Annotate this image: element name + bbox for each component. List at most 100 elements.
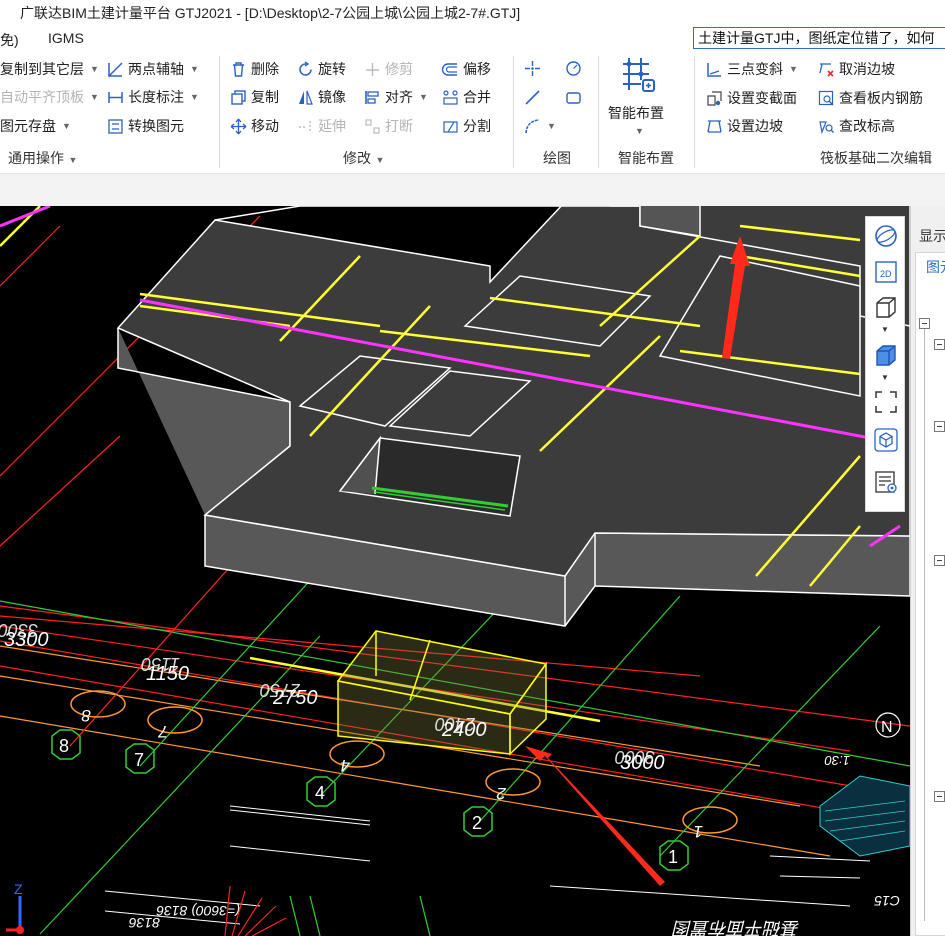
three-point-slope-label: 三点变斜 (727, 61, 783, 77)
trim-button[interactable]: 修剪 (364, 59, 413, 79)
group-label-general: 通用操作 ▼ (8, 148, 77, 168)
help-search-input[interactable]: 土建计量GTJ中，图纸定位错了，如何 (693, 27, 945, 49)
chevron-down-icon[interactable]: ▼ (881, 325, 889, 334)
move-button[interactable]: 移动 (230, 116, 279, 136)
rotate-label: 旋转 (318, 61, 346, 77)
length-mark-label: 长度标注 (128, 89, 184, 105)
drawing-viewport[interactable]: 3300 1150 2750 2400 3000 3300 1150 2750 … (0, 206, 910, 936)
axis-bubble-mirror (70, 690, 126, 718)
set-slope-edge-button[interactable]: 设置边坡 (706, 116, 783, 136)
view-3d-button[interactable] (873, 295, 899, 321)
convert-element-label: 转换图元 (128, 118, 184, 134)
element-subtab[interactable]: 图元 (926, 257, 945, 277)
cancel-slope-edge-button[interactable]: 取消边坡 (818, 59, 895, 79)
convert-element-button[interactable]: 转换图元 (107, 116, 184, 136)
isometric-icon (874, 428, 898, 452)
tree-collapse-toggle[interactable] (934, 421, 945, 432)
set-variable-section-button[interactable]: 设置变截面 (706, 88, 797, 108)
view-rebar-icon (818, 90, 835, 107)
orbit-button[interactable] (873, 223, 899, 249)
draw-circle-button[interactable] (565, 58, 582, 78)
axis-label: 8 (59, 736, 69, 756)
merge-icon (442, 89, 459, 106)
view-2d-button[interactable]: 2D (873, 259, 899, 285)
smart-layout-button[interactable]: 智能布置 ▼ (605, 56, 671, 142)
mirror-button[interactable]: 镜像 (297, 87, 346, 107)
toolbar-strip (0, 174, 945, 206)
copy-icon (230, 89, 247, 106)
view-rebar-in-slab-button[interactable]: 查看板内钢筋 (818, 88, 923, 108)
ribbon-toolbar: 复制到其它层 ▼ 自动平齐顶板 ▼ 图元存盘 ▼ 两点辅轴 ▼ 长度标注 ▼ 转换图元 通… (0, 52, 945, 174)
menu-item-prev[interactable]: 免) (0, 30, 19, 50)
draw-arc-button[interactable]: ▼ (524, 116, 556, 136)
menu-item-igms[interactable]: IGMS (48, 30, 84, 46)
title-bar: 广联达BIM土建计量平台 GTJ2021 - [D:\Desktop\2-7公园… (0, 0, 945, 24)
bottom-drawing-label: 基础平面布置图 (671, 918, 800, 936)
draw-line-button[interactable] (524, 87, 541, 107)
axis-label-mirror: 1 (694, 822, 703, 841)
2d-view-icon: 2D (875, 261, 897, 283)
dimension-mirror: 2400 (435, 714, 476, 734)
merge-label: 合并 (463, 89, 491, 105)
save-element-button[interactable]: 图元存盘 ▼ (0, 116, 71, 136)
trash-icon (230, 61, 247, 78)
delete-button[interactable]: 删除 (230, 59, 279, 79)
tree-collapse-toggle[interactable] (919, 318, 930, 329)
shaded-view-button[interactable] (873, 343, 899, 369)
chevron-down-icon: ▼ (373, 155, 385, 165)
display-tab[interactable]: 显示 (919, 226, 945, 246)
draw-point-button[interactable] (524, 58, 541, 78)
chevron-down-icon: ▼ (90, 92, 99, 102)
axis-z-label: Z (14, 881, 23, 897)
axis-bubble-mirror (682, 806, 738, 834)
drawing-line (229, 805, 371, 822)
axis-line-magenta (0, 206, 51, 228)
auto-align-top-label: 自动平齐顶板 (0, 89, 84, 105)
save-element-label: 图元存盘 (0, 118, 56, 134)
axis-label: 2 (472, 813, 482, 833)
split-label: 分割 (463, 118, 491, 134)
dimension-mirror: 3000 (615, 747, 655, 767)
auto-align-top-button[interactable]: 自动平齐顶板 ▼ (0, 87, 99, 107)
cancel-slope-edge-icon (818, 61, 835, 78)
axis-bubble-mirror (147, 706, 203, 734)
zoom-extent-button[interactable] (873, 389, 899, 415)
align-button[interactable]: 对齐 ▼ (364, 87, 428, 107)
offset-button[interactable]: 偏移 (442, 59, 491, 79)
chevron-down-icon: ▼ (547, 121, 556, 131)
tree-collapse-toggle[interactable] (934, 339, 945, 350)
three-point-slope-icon (706, 61, 723, 78)
drawing-line (229, 845, 371, 862)
split-button[interactable]: 分割 (442, 116, 491, 136)
break-button[interactable]: 打断 (364, 116, 413, 136)
rectangle-icon (565, 89, 582, 106)
hatch-pattern (819, 775, 910, 857)
isometric-view-button[interactable] (873, 427, 899, 453)
merge-button[interactable]: 合并 (442, 87, 491, 107)
chevron-down-icon[interactable]: ▼ (881, 373, 889, 382)
length-mark-button[interactable]: 长度标注 ▼ (107, 87, 199, 107)
chevron-down-icon: ▼ (190, 64, 199, 74)
chevron-down-icon: ▼ (419, 92, 428, 102)
dimension-mirror: 3300 (0, 620, 38, 640)
variable-section-icon (706, 90, 723, 107)
rotate-button[interactable]: 旋转 (297, 59, 346, 79)
three-point-slope-button[interactable]: 三点变斜 ▼ (706, 59, 798, 79)
copy-button[interactable]: 复制 (230, 87, 279, 107)
extend-button[interactable]: 延伸 (297, 116, 346, 136)
extend-icon (297, 118, 314, 135)
tree-collapse-toggle[interactable] (934, 791, 945, 802)
two-point-axis-button[interactable]: 两点辅轴 ▼ (107, 59, 199, 79)
group-label-modify: 修改 ▼ (343, 148, 384, 168)
scene-canvas[interactable]: 3300 1150 2750 2400 3000 3300 1150 2750 … (0, 206, 910, 936)
copy-to-layer-button[interactable]: 复制到其它层 ▼ (0, 59, 99, 79)
tree-collapse-toggle[interactable] (934, 555, 945, 566)
display-settings-button[interactable] (873, 469, 899, 495)
chevron-down-icon: ▼ (190, 92, 199, 102)
group-label-modify-text: 修改 (343, 150, 371, 166)
change-elevation-button[interactable]: 查改标高 (818, 116, 895, 136)
move-label: 移动 (251, 118, 279, 134)
mirror-icon (297, 89, 314, 106)
3d-view-icon (876, 297, 896, 318)
draw-rect-button[interactable] (565, 87, 582, 107)
